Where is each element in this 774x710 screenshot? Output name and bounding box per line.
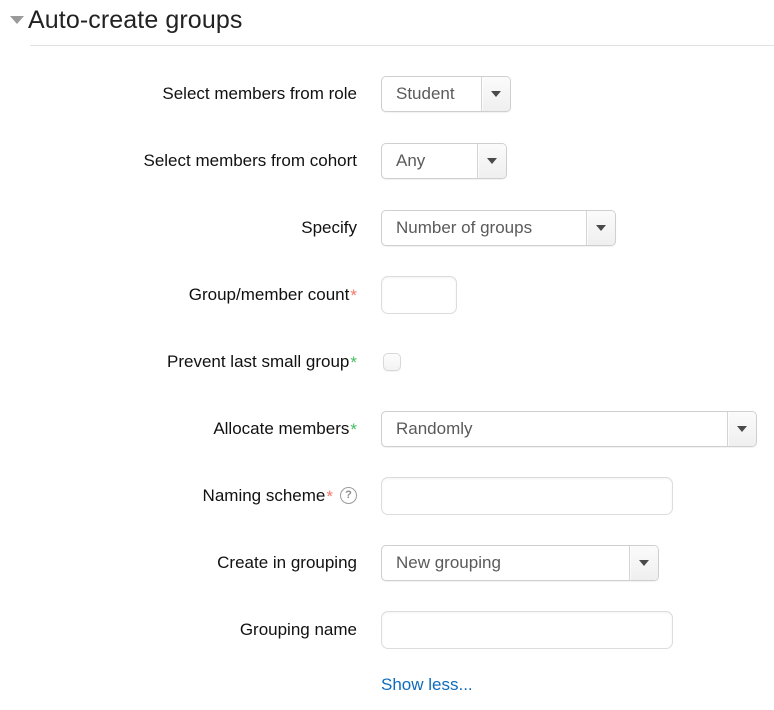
label-specify: Specify	[0, 218, 357, 238]
select-value: Randomly	[396, 418, 473, 438]
chevron-down-icon[interactable]	[629, 545, 658, 580]
form-row-prevent-last-small-group: Prevent last small group *	[0, 328, 774, 395]
label-grouping-name: Grouping name	[0, 620, 357, 640]
caret-down-glyph	[10, 16, 24, 24]
select-value: New grouping	[396, 552, 501, 572]
control-cell	[357, 352, 401, 371]
form-row-select-members-from-role: Select members from role Student	[0, 60, 774, 127]
label-text: Group/member count	[188, 284, 350, 304]
page-title: Auto-create groups	[28, 6, 243, 34]
help-question-icon[interactable]: ?	[340, 487, 357, 504]
select-allocate-members[interactable]: Randomly	[381, 410, 757, 447]
grouping-name-input[interactable]	[381, 610, 673, 649]
label-select-members-from-role: Select members from role	[0, 84, 357, 104]
select-value: Any	[396, 150, 426, 170]
control-cell: Student	[357, 75, 511, 112]
form-row-create-in-grouping: Create in grouping New grouping	[0, 529, 774, 596]
group-member-count-input[interactable]	[381, 275, 457, 314]
label-text: Create in grouping	[217, 552, 357, 572]
chevron-down-icon[interactable]	[481, 76, 510, 111]
required-marker: *	[350, 286, 357, 305]
control-cell: Any	[357, 142, 507, 179]
prevent-last-small-group-checkbox[interactable]	[383, 352, 401, 371]
chevron-down-icon[interactable]	[727, 411, 756, 446]
select-members-from-role[interactable]: Student	[381, 75, 511, 112]
control-cell	[357, 275, 457, 314]
chevron-down-glyph	[737, 425, 747, 432]
label-naming-scheme: Naming scheme * ?	[0, 486, 357, 506]
control-cell	[357, 610, 673, 649]
label-allocate-members: Allocate members *	[0, 419, 357, 439]
label-text: Allocate members	[213, 418, 350, 438]
control-cell: Number of groups	[357, 209, 616, 246]
chevron-down-icon[interactable]	[477, 143, 506, 178]
show-less-link[interactable]: Show less...	[381, 675, 473, 695]
label-text: Prevent last small group	[167, 351, 350, 371]
label-text: Specify	[301, 217, 357, 237]
label-text: Grouping name	[239, 619, 357, 639]
control-cell	[357, 476, 673, 515]
control-cell: New grouping	[357, 544, 659, 581]
advanced-marker: *	[350, 353, 357, 372]
chevron-down-icon[interactable]	[586, 210, 615, 245]
form-row-group-member-count: Group/member count *	[0, 261, 774, 328]
form-row-allocate-members: Allocate members * Randomly	[0, 395, 774, 462]
show-less-row: Show less...	[0, 663, 774, 707]
label-text: Naming scheme	[202, 485, 326, 505]
caret-down-icon[interactable]	[6, 16, 28, 24]
chevron-down-glyph	[639, 559, 649, 566]
chevron-down-glyph	[491, 90, 501, 97]
control-cell: Randomly	[357, 410, 757, 447]
label-group-member-count: Group/member count *	[0, 285, 357, 305]
form-row-grouping-name: Grouping name	[0, 596, 774, 663]
label-text: Select members from cohort	[143, 150, 357, 170]
header-divider	[30, 45, 774, 46]
select-create-in-grouping[interactable]: New grouping	[381, 544, 659, 581]
form-row-specify: Specify Number of groups	[0, 194, 774, 261]
label-select-members-from-cohort: Select members from cohort	[0, 151, 357, 171]
required-marker: *	[326, 487, 333, 506]
chevron-down-glyph	[596, 224, 606, 231]
auto-create-groups-form: Select members from role Student Select …	[0, 60, 774, 707]
label-text: Select members from role	[162, 83, 357, 103]
help-icon-glyph: ?	[345, 488, 352, 501]
chevron-down-glyph	[487, 157, 497, 164]
select-members-from-cohort[interactable]: Any	[381, 142, 507, 179]
naming-scheme-input[interactable]	[381, 476, 673, 515]
form-row-select-members-from-cohort: Select members from cohort Any	[0, 127, 774, 194]
advanced-marker: *	[350, 420, 357, 439]
select-specify[interactable]: Number of groups	[381, 209, 616, 246]
select-value: Number of groups	[396, 217, 533, 237]
label-prevent-last-small-group: Prevent last small group *	[0, 352, 357, 372]
form-row-naming-scheme: Naming scheme * ?	[0, 462, 774, 529]
label-create-in-grouping: Create in grouping	[0, 553, 357, 573]
select-value: Student	[396, 83, 455, 103]
auto-create-groups-page: Auto-create groups Select members from r…	[0, 0, 774, 710]
section-header: Auto-create groups	[0, 4, 774, 50]
